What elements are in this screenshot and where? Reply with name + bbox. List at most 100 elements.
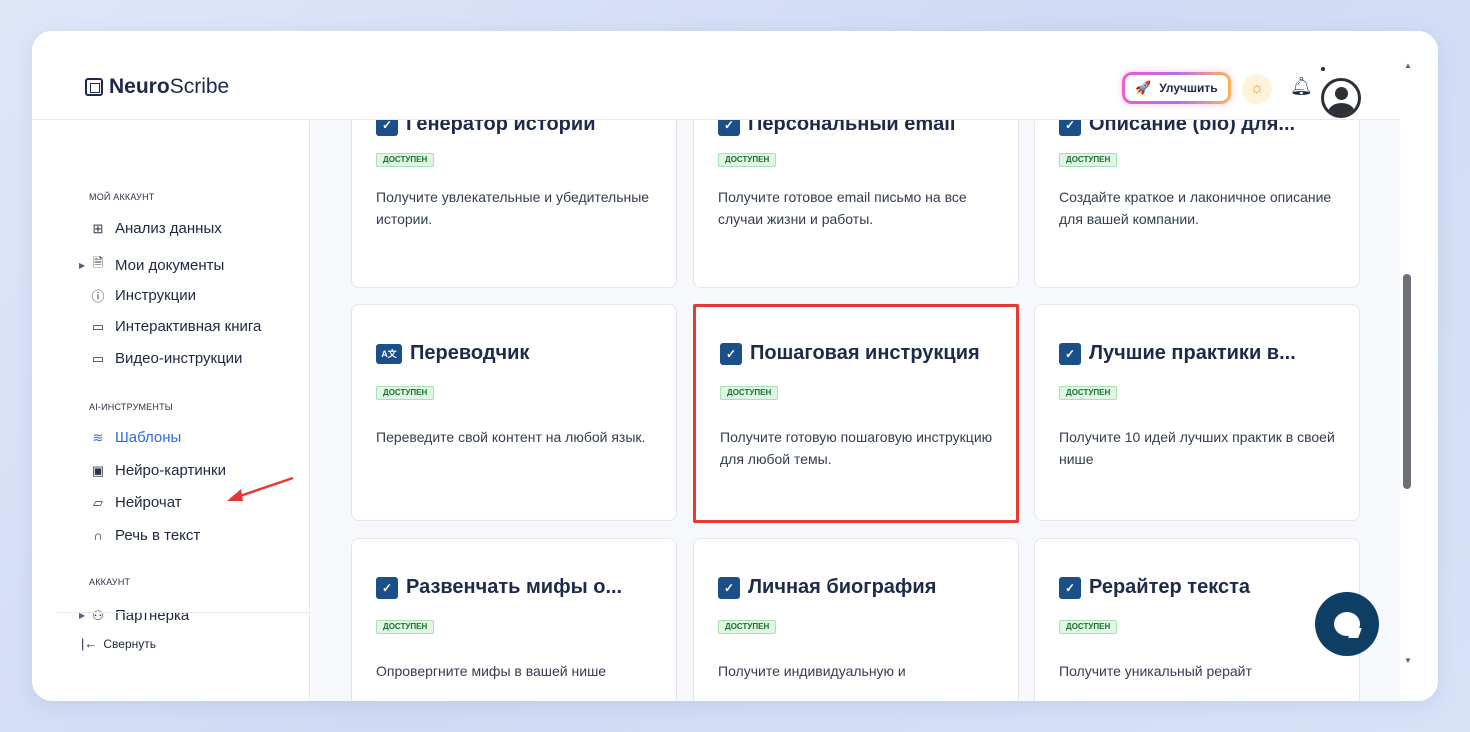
scroll-down-arrow-icon[interactable]: ▼ bbox=[1404, 656, 1412, 665]
template-card[interactable]: ✓ Развенчать мифы о... ДОСТУПЕН Опроверг… bbox=[351, 538, 677, 701]
sidebar-item-label: Видео-инструкции bbox=[115, 350, 243, 367]
card-title: ✓ Персональный email bbox=[718, 120, 955, 136]
template-icon: ✓ bbox=[718, 576, 740, 599]
brand-name-bold: Neuro bbox=[109, 75, 170, 98]
template-icon: ✓ bbox=[720, 342, 742, 365]
scrollbar[interactable]: ▲ ▼ bbox=[1400, 31, 1438, 701]
card-title-text: Развенчать мифы о... bbox=[406, 576, 623, 598]
template-card[interactable]: A文 Переводчик ДОСТУПЕН Переведите свой к… bbox=[351, 304, 677, 521]
sidebar: МОЙ АККАУНТ ⊞ Анализ данных ▶ 🗎 Мои доку… bbox=[57, 120, 310, 701]
template-card[interactable]: ✓ Генератор истории ДОСТУПЕН Получите ув… bbox=[351, 120, 677, 288]
card-title: A文 Переводчик bbox=[376, 342, 529, 365]
status-badge: ДОСТУПЕН bbox=[376, 620, 435, 634]
card-title: ✓ Личная биография bbox=[718, 576, 936, 599]
image-icon: ▣ bbox=[91, 462, 105, 478]
template-card[interactable]: ✓ Рерайтер текста ДОСТУПЕН Получите уник… bbox=[1034, 538, 1360, 701]
card-description: Получите готовую пошаговую инструкцию дл… bbox=[720, 429, 993, 467]
card-title-text: Описание (bio) для... bbox=[1089, 120, 1296, 135]
app-window: Neuro Scribe 🚀 Улучшить ☼ 🔔︎ МОЙ АККАУНТ … bbox=[32, 31, 1438, 701]
sidebar-item-label: Интерактивная книга bbox=[115, 318, 262, 335]
template-icon: ✓ bbox=[718, 120, 740, 136]
card-title-text: Персональный email bbox=[748, 120, 956, 135]
templates-grid: ✓ Генератор истории ДОСТУПЕН Получите ув… bbox=[311, 120, 1400, 701]
notification-bell-icon[interactable]: 🔔︎ bbox=[1290, 76, 1313, 97]
sidebar-item-label: Инструкции bbox=[115, 287, 197, 304]
template-card[interactable]: ✓ Лучшие практики в... ДОСТУПЕН Получите… bbox=[1034, 304, 1360, 521]
card-description: Получите готовое email письмо на все слу… bbox=[718, 189, 967, 227]
card-description: Получите индивидуальную и bbox=[718, 663, 906, 679]
card-title-text: Генератор истории bbox=[406, 120, 596, 135]
rocket-icon: 🚀 bbox=[1135, 80, 1152, 95]
section-label-ai-tools: AI-ИНСТРУМЕНТЫ bbox=[89, 402, 173, 412]
translate-icon: A文 bbox=[376, 343, 402, 364]
template-card[interactable]: ✓ Персональный email ДОСТУПЕН Получите г… bbox=[693, 120, 1019, 288]
grid-icon: ⊞ bbox=[92, 220, 104, 236]
status-badge: ДОСТУПЕН bbox=[720, 386, 779, 400]
sidebar-item-neurochat[interactable]: ▱ Нейрочат bbox=[87, 494, 182, 511]
template-card-highlighted[interactable]: ✓ Пошаговая инструкция ДОСТУПЕН Получите… bbox=[693, 304, 1019, 523]
scroll-up-arrow-icon[interactable]: ▲ bbox=[1404, 61, 1412, 70]
sidebar-item-label: Шаблоны bbox=[115, 429, 182, 446]
status-badge: ДОСТУПЕН bbox=[376, 153, 435, 167]
card-title: ✓ Генератор истории bbox=[376, 120, 595, 136]
card-title: ✓ Пошаговая инструкция bbox=[720, 342, 980, 365]
sidebar-item-neuro-images[interactable]: ▣ Нейро-картинки bbox=[87, 462, 226, 479]
scrollbar-thumb[interactable] bbox=[1403, 274, 1411, 489]
card-description: Переведите свой контент на любой язык. bbox=[376, 429, 646, 445]
sidebar-item-video-instructions[interactable]: ▭ Видео-инструкции bbox=[87, 350, 243, 367]
brand-name-rest: Scribe bbox=[169, 75, 230, 98]
red-pointer-arrow bbox=[227, 476, 294, 501]
card-title: ✓ Рерайтер текста bbox=[1059, 576, 1250, 599]
collapse-label: Свернуть bbox=[103, 636, 157, 651]
upgrade-button[interactable]: 🚀 Улучшить bbox=[1122, 72, 1231, 104]
sidebar-item-data-analysis[interactable]: ⊞ Анализ данных bbox=[87, 220, 222, 237]
section-label-account: АККАУНТ bbox=[89, 577, 131, 587]
card-description: Опровергните мифы в вашей нише bbox=[376, 663, 607, 679]
sidebar-item-instructions[interactable]: ⓘ Инструкции bbox=[87, 286, 196, 305]
users-icon: ⚇ bbox=[92, 607, 104, 623]
status-badge: ДОСТУПЕН bbox=[1059, 153, 1118, 167]
sidebar-item-partner[interactable]: ▶ ⚇ Партнерка bbox=[79, 607, 190, 624]
card-description: Получите 10 идей лучших практик в своей … bbox=[1059, 429, 1335, 467]
chevron-right-icon[interactable]: ▶ bbox=[79, 261, 85, 270]
status-badge: ДОСТУПЕН bbox=[718, 153, 777, 167]
video-icon: ▭ bbox=[91, 350, 105, 366]
sidebar-item-templates[interactable]: ≋ Шаблоны bbox=[87, 429, 182, 446]
card-description: Получите увлекательные и убедительные ис… bbox=[376, 189, 650, 227]
card-description: Создайте краткое и лаконичное описание д… bbox=[1059, 189, 1332, 227]
theme-toggle-sun-icon[interactable]: ☼ bbox=[1242, 74, 1272, 104]
document-icon: 🗎 bbox=[92, 255, 104, 270]
upgrade-label: Улучшить bbox=[1159, 81, 1218, 95]
sidebar-divider bbox=[57, 612, 310, 613]
template-card[interactable]: ✓ Личная биография ДОСТУПЕН Получите инд… bbox=[693, 538, 1019, 701]
sidebar-item-interactive-book[interactable]: ▭ Интерактивная книга bbox=[87, 318, 262, 335]
support-chat-button[interactable] bbox=[1315, 592, 1379, 656]
collapse-arrow-icon: |← bbox=[81, 636, 98, 651]
sidebar-item-label: Нейро-картинки bbox=[115, 462, 226, 479]
layers-icon: ≋ bbox=[92, 429, 104, 445]
status-badge: ДОСТУПЕН bbox=[1059, 620, 1118, 634]
section-label-my-account: МОЙ АККАУНТ bbox=[89, 192, 155, 202]
card-description: Получите уникальный рерайт bbox=[1059, 663, 1252, 679]
status-badge: ДОСТУПЕН bbox=[376, 386, 435, 400]
sidebar-item-my-documents[interactable]: ▶ 🗎 Мои документы bbox=[79, 254, 224, 276]
status-badge: ДОСТУПЕН bbox=[718, 620, 777, 634]
brand-logo[interactable]: Neuro Scribe bbox=[85, 75, 229, 99]
card-title-text: Переводчик bbox=[410, 342, 530, 364]
collapse-sidebar-button[interactable]: |← Свернуть bbox=[81, 636, 156, 651]
sidebar-item-label: Анализ данных bbox=[115, 220, 222, 237]
card-title-text: Личная биография bbox=[748, 576, 937, 598]
sidebar-item-label: Партнерка bbox=[115, 607, 190, 624]
card-title-text: Рерайтер текста bbox=[1089, 576, 1250, 598]
template-card[interactable]: ✓ Описание (bio) для... ДОСТУПЕН Создайт… bbox=[1034, 120, 1360, 288]
template-icon: ✓ bbox=[1059, 342, 1081, 365]
chat-icon: ▱ bbox=[93, 494, 103, 510]
logo-icon bbox=[85, 78, 103, 96]
sidebar-item-speech-to-text[interactable]: ∩ Речь в текст bbox=[87, 527, 200, 544]
template-icon: ✓ bbox=[376, 576, 398, 599]
status-badge: ДОСТУПЕН bbox=[1059, 386, 1118, 400]
user-avatar[interactable] bbox=[1321, 78, 1361, 118]
headphones-icon: ∩ bbox=[93, 528, 103, 543]
sidebar-item-label: Нейрочат bbox=[115, 494, 182, 511]
notification-dot bbox=[1321, 67, 1325, 71]
